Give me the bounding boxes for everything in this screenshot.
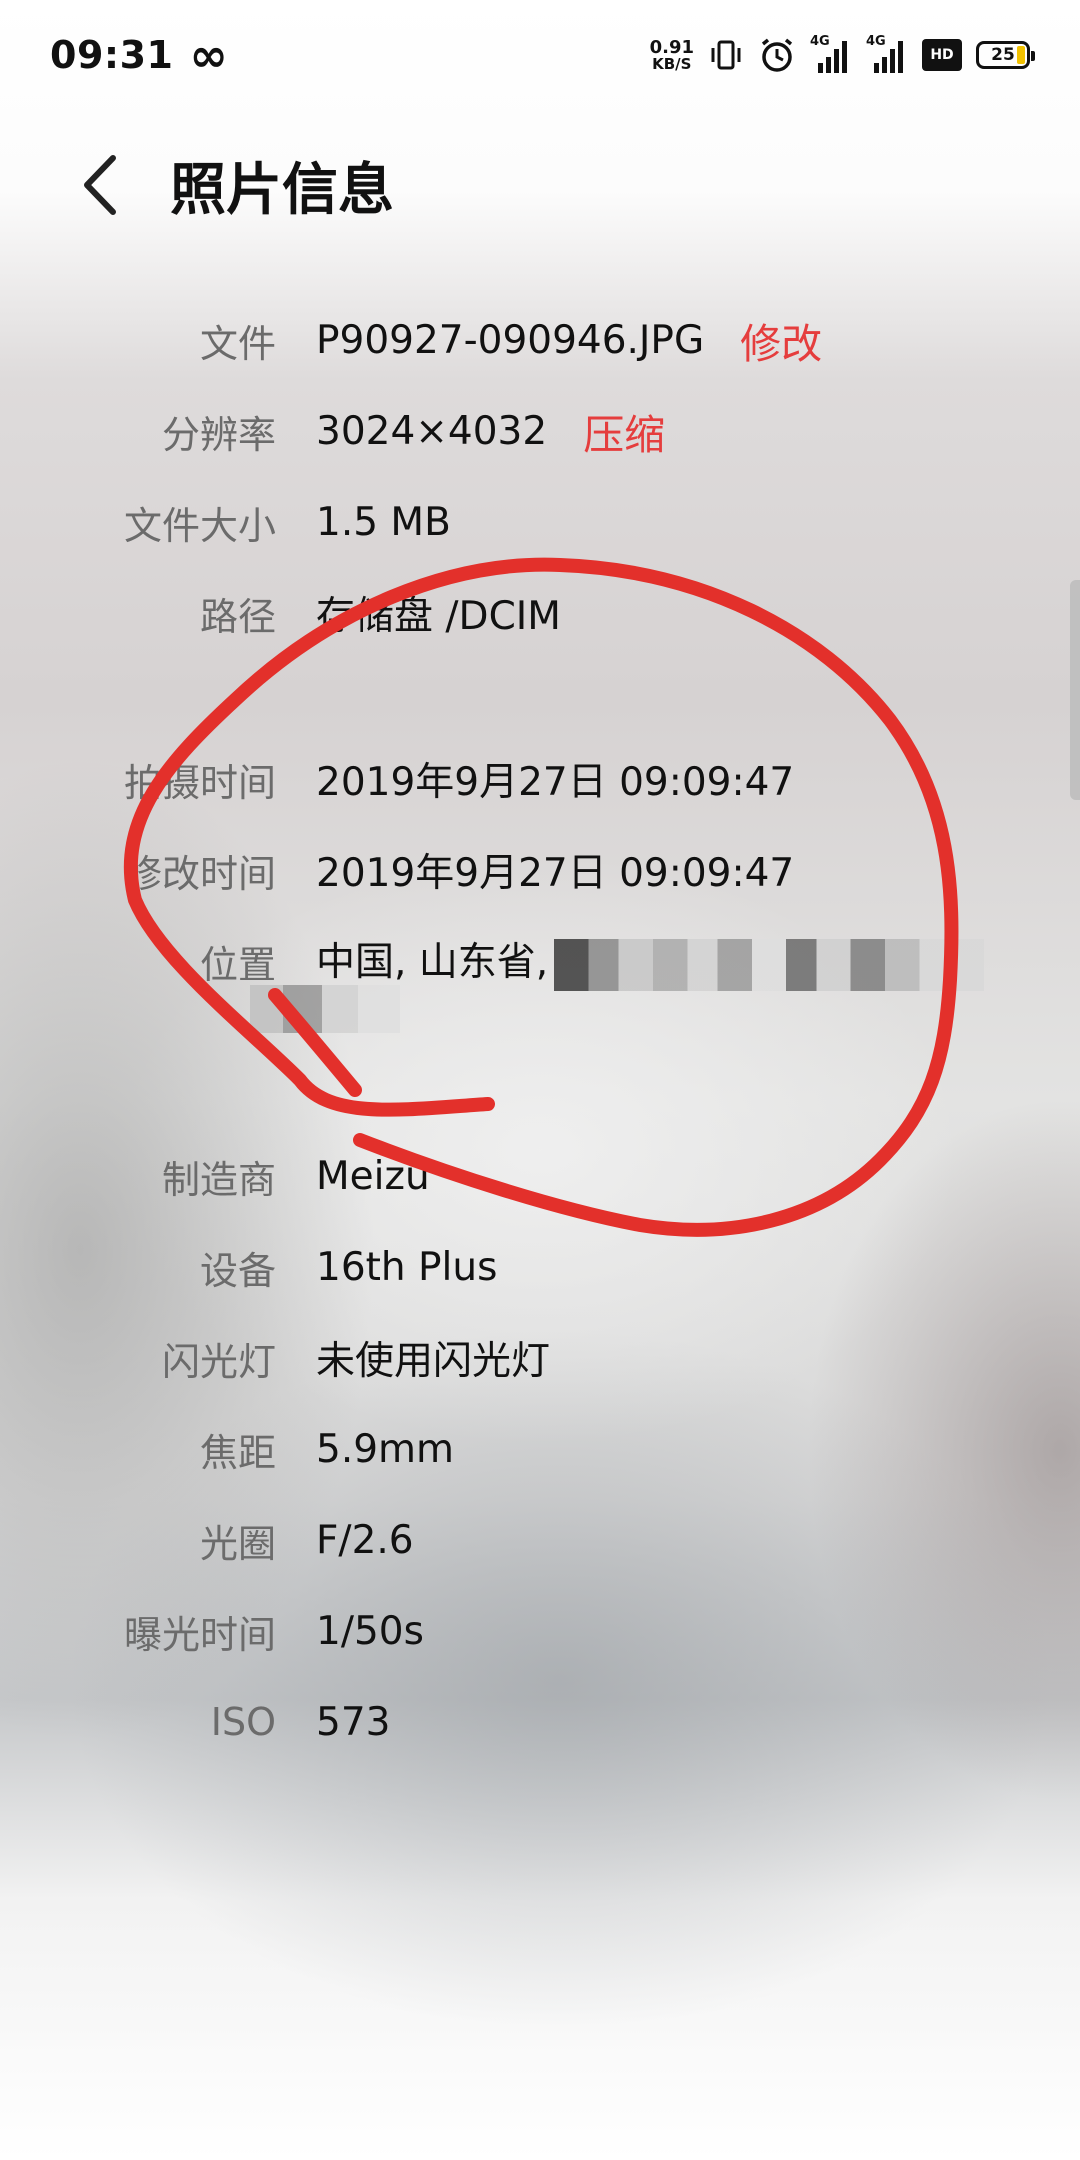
- info-row-modified-time: 修改时间 2019年9月27日 09:09:47: [0, 830, 1080, 910]
- info-row-location: 位置 中国, 山东省,: [0, 921, 1080, 1001]
- info-row-exposure-time: 曝光时间 1/50s: [0, 1591, 1080, 1671]
- info-row-file-size: 文件大小 1.5 MB: [0, 482, 1080, 562]
- location-text: 中国, 山东省,: [316, 940, 549, 986]
- info-value: 3024×4032: [316, 408, 548, 454]
- info-value: P90927-090946.JPG: [316, 317, 705, 363]
- signal-2: 4G: [866, 35, 903, 75]
- info-value: 16th Plus: [316, 1244, 498, 1290]
- info-label: 文件大小: [123, 503, 276, 548]
- info-value: 1.5 MB: [316, 499, 451, 545]
- battery-level-fill: [1017, 46, 1025, 64]
- info-row-device: 设备 16th Plus: [0, 1227, 1080, 1307]
- compress-button[interactable]: 压缩: [583, 401, 665, 461]
- alarm-icon: [761, 38, 793, 72]
- info-row-path: 路径 存储盘 /DCIM: [0, 573, 1080, 653]
- infinity-icon: ∞: [189, 28, 228, 82]
- hd-label: HD: [930, 47, 954, 63]
- network-speed-unit: KB/S: [652, 54, 692, 73]
- signal-1: 4G: [810, 35, 847, 75]
- info-label: 拍摄时间: [123, 760, 276, 805]
- info-row-iso: ISO 573: [0, 1682, 1080, 1762]
- header: 照片信息: [0, 110, 1080, 260]
- info-label: 焦距: [199, 1430, 276, 1475]
- info-value: 未使用闪光灯: [316, 1339, 551, 1384]
- info-row-file: 文件 P90927-090946.JPG 修改: [0, 300, 1080, 380]
- info-value: 5.9mm: [316, 1426, 455, 1472]
- status-right: 0.91 KB/S 4G 4G HD 25: [649, 35, 1035, 75]
- info-row-aperture: 光圈 F/2.6: [0, 1500, 1080, 1580]
- signal-icon: [818, 41, 847, 73]
- battery-level: 25: [991, 45, 1015, 65]
- info-label: 文件: [199, 321, 276, 366]
- info-row-capture-time: 拍摄时间 2019年9月27日 09:09:47: [0, 739, 1080, 819]
- info-row-flash: 闪光灯 未使用闪光灯: [0, 1318, 1080, 1398]
- rename-button[interactable]: 修改: [740, 310, 822, 370]
- info-row-resolution: 分辨率 3024×4032 压缩: [0, 391, 1080, 471]
- page-title: 照片信息: [170, 157, 394, 223]
- battery-icon: 25: [976, 41, 1035, 69]
- info-row-focal-length: 焦距 5.9mm: [0, 1409, 1080, 1489]
- info-label: 曝光时间: [123, 1612, 276, 1657]
- info-label: 修改时间: [123, 851, 276, 896]
- network-speed-value: 0.91: [649, 36, 694, 58]
- info-label: 路径: [199, 594, 276, 639]
- info-value: 存储盘 /DCIM: [316, 594, 561, 639]
- status-left: 09:31 ∞: [50, 32, 228, 78]
- pixelated-redaction: [554, 938, 985, 991]
- info-value: 573: [316, 1699, 391, 1745]
- network-speed: 0.91 KB/S: [649, 36, 694, 73]
- back-button[interactable]: [40, 125, 160, 245]
- status-bar: 09:31 ∞ 0.91 KB/S 4G 4G HD 25: [0, 0, 1080, 110]
- info-value: 2019年9月27日 09:09:47: [316, 851, 795, 896]
- pixelated-redaction-2: [250, 985, 400, 1033]
- info-value: 1/50s: [316, 1608, 424, 1654]
- info-value: F/2.6: [316, 1517, 414, 1563]
- info-label: 分辨率: [161, 412, 276, 457]
- hd-icon: HD: [922, 39, 962, 71]
- scrollbar[interactable]: [1070, 580, 1080, 800]
- info-label: 闪光灯: [161, 1339, 276, 1384]
- signal-icon: [874, 41, 903, 73]
- info-label: ISO: [210, 1700, 276, 1744]
- info-label: 光圈: [199, 1521, 276, 1566]
- info-value: Meizu: [316, 1153, 430, 1199]
- info-label: 制造商: [161, 1157, 276, 1202]
- info-label: 设备: [199, 1248, 276, 1293]
- info-row-manufacturer: 制造商 Meizu: [0, 1136, 1080, 1216]
- info-label: 位置: [199, 942, 276, 987]
- vibrate-icon: [711, 40, 741, 70]
- chevron-left-icon: [84, 155, 116, 215]
- info-value: 2019年9月27日 09:09:47: [316, 760, 795, 805]
- info-value: 中国, 山东省,: [316, 931, 985, 991]
- status-time: 09:31: [50, 33, 174, 77]
